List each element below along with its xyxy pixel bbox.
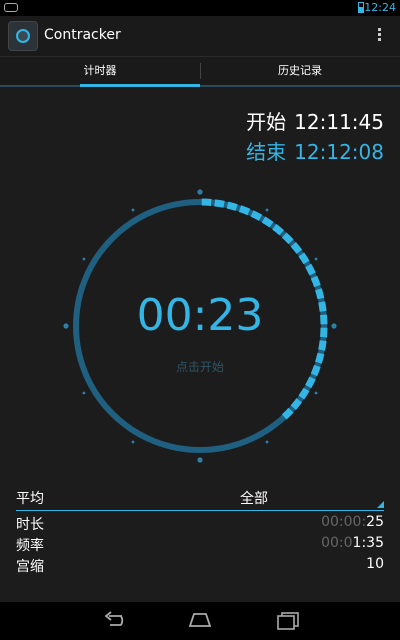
progress-segment bbox=[281, 232, 294, 245]
end-time: 12:12:08 bbox=[294, 140, 384, 164]
tab-timer[interactable]: 计时器 bbox=[0, 57, 200, 87]
overflow-menu-icon[interactable] bbox=[378, 28, 382, 44]
status-bar: 12:24 bbox=[0, 0, 400, 16]
progress-segment bbox=[298, 252, 310, 265]
progress-segment bbox=[238, 205, 251, 216]
progress-segment bbox=[290, 242, 303, 254]
stats-row-value: 25 bbox=[366, 514, 384, 530]
progress-segment bbox=[226, 201, 238, 211]
app-logo-icon[interactable] bbox=[8, 21, 38, 51]
app-title: Contracker bbox=[44, 27, 121, 43]
end-time-row: 结束 12:12:08 bbox=[238, 136, 384, 165]
stats-row-value: 1:35 bbox=[352, 535, 384, 551]
stats-row-value: 10 bbox=[366, 556, 384, 572]
gamepad-icon bbox=[4, 3, 18, 12]
stats-filter-select[interactable]: 全部 bbox=[240, 488, 268, 508]
progress-segment bbox=[214, 199, 225, 208]
tick-dot bbox=[314, 257, 318, 261]
elapsed-timer[interactable]: 00:23 bbox=[60, 290, 340, 341]
tick-dot bbox=[197, 189, 203, 195]
progress-segment bbox=[305, 376, 316, 389]
stats-row-frequency: 频率 00:01:35 bbox=[16, 532, 384, 554]
stats-row-value-prefix: 00:0 bbox=[321, 535, 353, 551]
tick-dot bbox=[82, 391, 86, 395]
stats-row-label: 时长 bbox=[16, 517, 44, 533]
stats-average-label: 平均 bbox=[16, 491, 44, 507]
status-time: 12:24 bbox=[364, 1, 396, 14]
tick-dot bbox=[314, 391, 318, 395]
tick-dot bbox=[197, 457, 203, 463]
progress-segment bbox=[250, 210, 263, 221]
home-icon[interactable] bbox=[188, 610, 212, 630]
tick-dot bbox=[131, 440, 135, 444]
system-nav-bar bbox=[0, 602, 400, 640]
tab-bar: 计时器 历史记录 bbox=[0, 57, 400, 87]
start-label: 开始 bbox=[246, 110, 287, 134]
progress-segment bbox=[305, 263, 316, 276]
tap-to-start-hint[interactable]: 点击开始 bbox=[60, 358, 340, 375]
progress-segment bbox=[261, 216, 274, 228]
progress-segment bbox=[290, 398, 303, 410]
progress-segment bbox=[318, 340, 327, 351]
stats-row-label: 宫缩 bbox=[16, 559, 44, 575]
back-icon[interactable] bbox=[102, 610, 126, 630]
action-bar: Contracker bbox=[0, 16, 400, 57]
progress-segment bbox=[272, 223, 284, 236]
stats-row-label: 频率 bbox=[16, 538, 44, 554]
start-time-row: 开始 12:11:45 bbox=[238, 106, 384, 135]
dropdown-triangle-icon[interactable] bbox=[377, 501, 384, 508]
stats-panel: 平均 全部 时长 00:00:25 频率 00:01:35 宫缩 10 bbox=[0, 484, 400, 575]
stats-row-duration: 时长 00:00:25 bbox=[16, 511, 384, 533]
stats-row-value-prefix: 00:00: bbox=[321, 514, 367, 530]
tick-dot bbox=[131, 208, 135, 212]
start-time: 12:11:45 bbox=[294, 110, 384, 134]
tick-dot bbox=[265, 208, 269, 212]
stats-row-contractions: 宫缩 10 bbox=[16, 553, 384, 575]
stats-header[interactable]: 平均 全部 bbox=[16, 484, 384, 511]
battery-icon bbox=[358, 2, 364, 13]
tab-history[interactable]: 历史记录 bbox=[200, 57, 400, 85]
end-label: 结束 bbox=[246, 140, 287, 164]
progress-segment bbox=[281, 407, 294, 420]
tick-dot bbox=[82, 257, 86, 261]
tick-dot bbox=[265, 440, 269, 444]
recent-apps-icon[interactable] bbox=[276, 610, 300, 630]
progress-segment bbox=[310, 275, 321, 288]
progress-segment bbox=[298, 387, 310, 400]
